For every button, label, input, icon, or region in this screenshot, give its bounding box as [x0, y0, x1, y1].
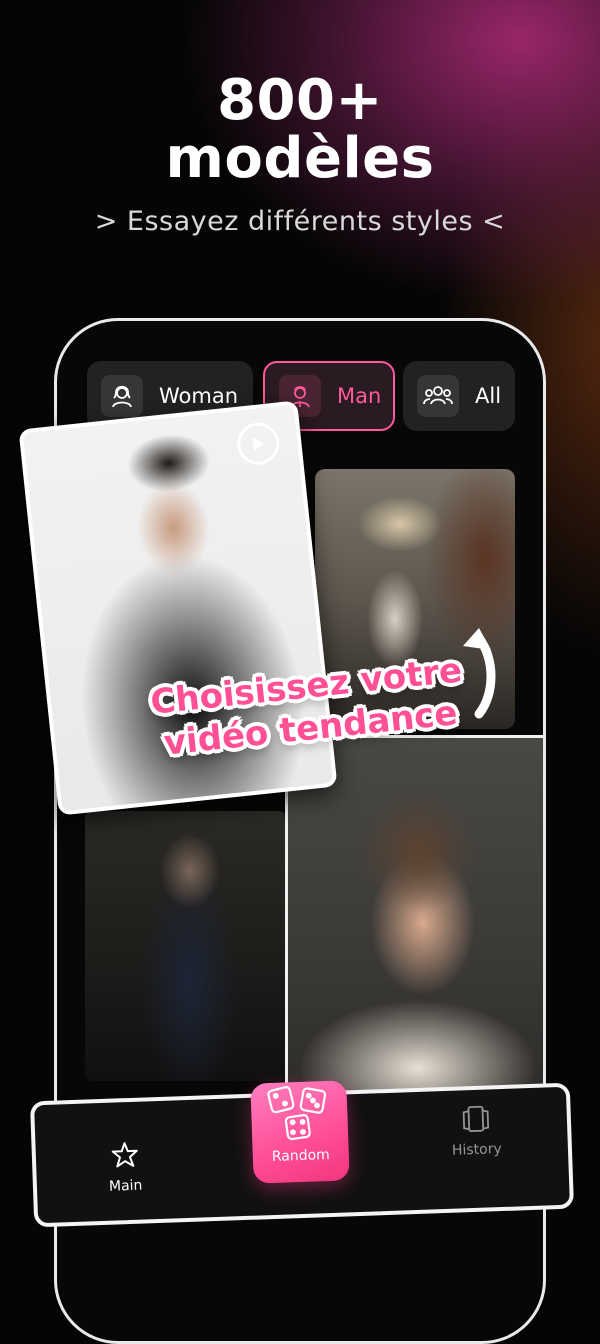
woman-avatar-icon — [101, 375, 143, 417]
nav-main[interactable]: Main — [107, 1140, 143, 1195]
group-icon — [417, 375, 459, 417]
random-button[interactable]: Random — [250, 1080, 350, 1184]
tab-man-label: Man — [337, 384, 382, 408]
headline-word: modèles — [165, 126, 435, 191]
random-label: Random — [271, 1146, 331, 1165]
nav-history[interactable]: History — [450, 1103, 502, 1159]
nav-main-label: Main — [108, 1177, 143, 1195]
tab-all-label: All — [475, 384, 502, 408]
tab-woman-label: Woman — [159, 384, 239, 408]
tab-all[interactable]: All — [403, 361, 515, 431]
headline: 800+ modèles — [0, 72, 600, 188]
star-icon — [111, 1142, 138, 1168]
template-thumbnail-red-carpet[interactable] — [85, 811, 285, 1081]
headline-count: 800+ — [217, 68, 383, 133]
template-thumbnail-selfie[interactable] — [285, 735, 543, 1101]
dice-icon — [267, 1086, 327, 1141]
nav-history-label: History — [451, 1141, 503, 1159]
history-icon — [462, 1105, 489, 1132]
subtitle: > Essayez différents styles < — [94, 206, 506, 237]
